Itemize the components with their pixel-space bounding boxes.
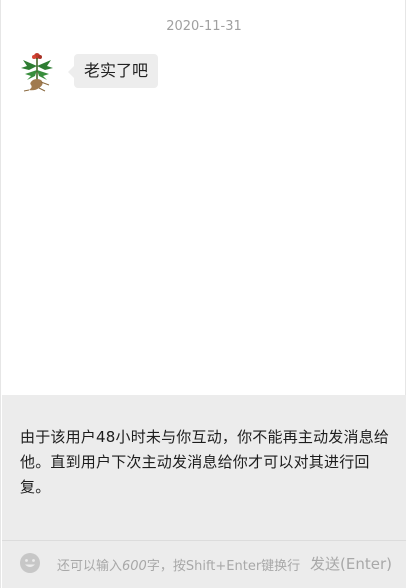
hint-suffix: 字，按Shift+Enter键换行 (146, 559, 301, 574)
hint-count: 600 (122, 559, 147, 574)
message-row: 老实了吧 (19, 52, 159, 92)
input-hint[interactable]: 还可以输入600字，按Shift+Enter键换行 (57, 555, 300, 574)
send-button[interactable]: 发送(Enter) (310, 553, 392, 574)
message-text: 老实了吧 (74, 54, 159, 88)
emoji-icon[interactable] (19, 552, 41, 574)
message-timestamp: 2020-11-31 (166, 19, 242, 34)
hint-prefix: 还可以输入 (57, 559, 123, 574)
ginseng-avatar-icon[interactable] (19, 52, 55, 92)
reply-restriction-panel: 由于该用户48小时未与你互动，你不能再主动发消息给他。直到用户下次主动发消息给你… (2, 395, 406, 540)
input-bar: 还可以输入600字，按Shift+Enter键换行 发送(Enter) (2, 540, 406, 588)
bubble-tail (68, 66, 74, 78)
chat-window: 2020-11-31 老实了吧 由于该用户48小时未与你互动，你不能再主动发消息… (0, 0, 406, 588)
reply-restriction-notice: 由于该用户48小时未与你互动，你不能再主动发消息给他。直到用户下次主动发消息给你… (20, 428, 390, 496)
message-bubble[interactable]: 老实了吧 (68, 54, 159, 88)
